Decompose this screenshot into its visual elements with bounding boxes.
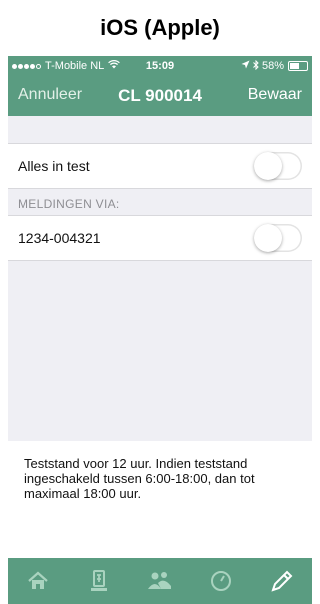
bluetooth-icon <box>253 59 259 73</box>
section-header-notifications: MELDINGEN VIA: <box>18 197 120 211</box>
setting-row-all-in-test[interactable]: Alles in test <box>8 143 312 189</box>
page-caption: iOS (Apple) <box>100 15 220 40</box>
save-button[interactable]: Bewaar <box>248 86 302 104</box>
status-bar: T-Mobile NL 15:09 58% <box>8 56 312 76</box>
phone-toggle[interactable] <box>254 224 302 252</box>
home-icon[interactable] <box>22 565 54 597</box>
battery-percent: 58% <box>261 60 284 72</box>
document-icon[interactable] <box>83 565 115 597</box>
all-in-test-toggle[interactable] <box>254 152 302 180</box>
toggle-knob <box>254 152 282 180</box>
phone-number-label: 1234-004321 <box>18 230 101 246</box>
phone-screen: T-Mobile NL 15:09 58% Annuleer CL 900014 <box>8 56 312 604</box>
status-right: 58% <box>241 59 308 73</box>
location-icon <box>241 60 250 72</box>
navigation-bar: Annuleer CL 900014 Bewaar <box>8 76 312 116</box>
setting-row-phone[interactable]: 1234-004321 <box>8 215 312 261</box>
battery-icon <box>288 61 308 71</box>
toggle-knob <box>254 224 282 252</box>
footer-info-text: Teststand voor 12 uur. Indien teststand … <box>24 456 255 501</box>
people-icon[interactable] <box>144 565 176 597</box>
pen-icon[interactable] <box>266 565 298 597</box>
clock-icon[interactable] <box>205 565 237 597</box>
all-in-test-label: Alles in test <box>18 158 90 174</box>
tab-bar <box>8 558 312 604</box>
